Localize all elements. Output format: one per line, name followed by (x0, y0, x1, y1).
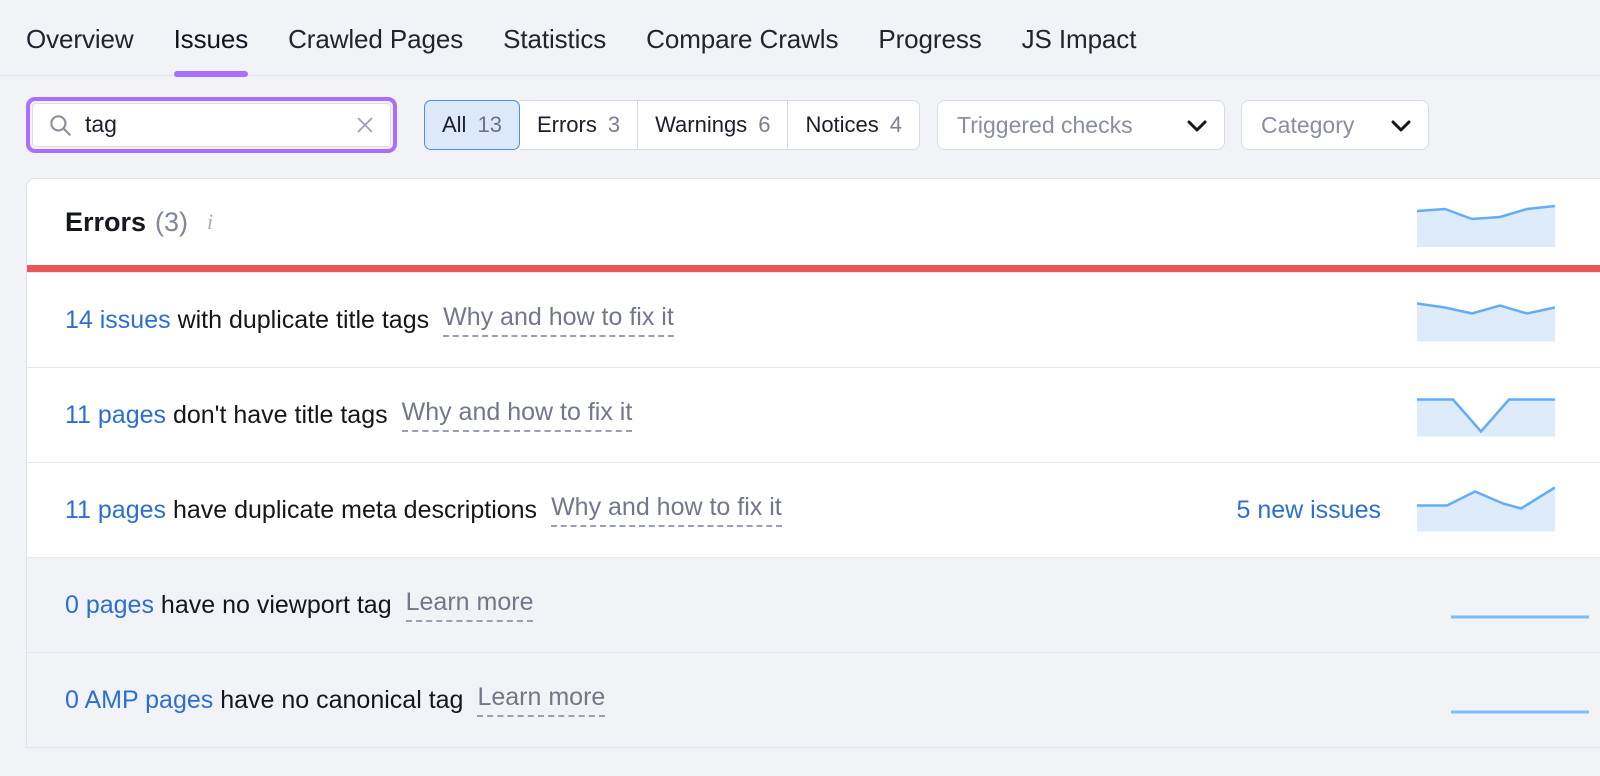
category-dropdown[interactable]: Category (1241, 100, 1429, 150)
main-tab-bar: Overview Issues Crawled Pages Statistics… (0, 0, 1600, 76)
fix-link[interactable]: Learn more (477, 683, 605, 717)
tab-progress[interactable]: Progress (858, 0, 1001, 77)
issue-count-link[interactable]: 0 pages (65, 591, 154, 619)
row-sparkline (1451, 705, 1589, 723)
triggered-checks-dropdown[interactable]: Triggered checks (937, 100, 1225, 150)
fix-link[interactable]: Why and how to fix it (402, 398, 633, 432)
errors-count: (3) (155, 207, 188, 238)
errors-card-header: Errors (3) i (27, 179, 1600, 265)
issue-description: have duplicate meta descriptions (166, 496, 537, 524)
segment-all[interactable]: All 13 (424, 100, 520, 150)
fix-link[interactable]: Why and how to fix it (551, 493, 782, 527)
tab-label: Progress (878, 24, 981, 54)
table-row[interactable]: 11 pages don't have title tags Why and h… (27, 367, 1600, 462)
dropdown-label: Category (1261, 112, 1354, 139)
row-sparkline (1417, 389, 1555, 442)
row-sparkline (1417, 484, 1555, 537)
tab-js-impact[interactable]: JS Impact (1002, 0, 1157, 77)
issue-text: 11 pages have duplicate meta description… (65, 496, 537, 525)
tab-label: Compare Crawls (646, 24, 838, 54)
tab-label: JS Impact (1022, 24, 1137, 54)
issue-description: have no viewport tag (154, 591, 392, 619)
search-field-container[interactable]: tag (32, 103, 391, 147)
errors-card: Errors (3) i 14 issues with duplicate ti… (26, 178, 1600, 748)
table-row[interactable]: 0 pages have no viewport tag Learn more (27, 557, 1600, 652)
tab-compare-crawls[interactable]: Compare Crawls (626, 0, 858, 77)
tab-label: Overview (26, 24, 134, 54)
filter-toolbar: tag All 13 Errors 3 Warnings 6 Notices 4 (0, 76, 1600, 153)
segment-count: 13 (477, 112, 501, 138)
segment-label: All (442, 112, 466, 138)
issue-description: don't have title tags (166, 401, 388, 429)
new-issues-link[interactable]: 5 new issues (1236, 496, 1381, 525)
fix-link[interactable]: Learn more (406, 588, 534, 622)
segment-count: 3 (608, 112, 620, 138)
header-sparkline (1417, 197, 1555, 252)
table-row[interactable]: 0 AMP pages have no canonical tag Learn … (27, 652, 1600, 747)
tab-label: Issues (174, 24, 249, 54)
issue-count-link[interactable]: 11 pages (65, 496, 166, 524)
segment-notices[interactable]: Notices 4 (788, 100, 920, 150)
tab-label: Crawled Pages (288, 24, 463, 54)
segment-label: Errors (537, 112, 597, 138)
search-icon (47, 112, 73, 138)
segment-count: 4 (890, 112, 902, 138)
active-tab-underline (174, 71, 249, 77)
issue-description: have no canonical tag (213, 686, 463, 714)
issue-text: 0 AMP pages have no canonical tag (65, 686, 463, 715)
row-sparkline (1451, 610, 1589, 628)
issue-text: 0 pages have no viewport tag (65, 591, 392, 620)
tab-label: Statistics (503, 24, 606, 54)
issue-count-link[interactable]: 14 issues (65, 306, 171, 334)
tab-issues[interactable]: Issues (154, 0, 269, 77)
segment-count: 6 (758, 112, 770, 138)
issue-count-link[interactable]: 11 pages (65, 401, 166, 429)
issue-text: 14 issues with duplicate title tags (65, 306, 429, 335)
fix-link[interactable]: Why and how to fix it (443, 303, 674, 337)
page-title: Errors (65, 207, 146, 238)
segment-errors[interactable]: Errors 3 (520, 100, 638, 150)
issue-text: 11 pages don't have title tags (65, 401, 388, 430)
dropdown-label: Triggered checks (957, 112, 1133, 139)
search-highlight-ring: tag (26, 97, 397, 153)
search-input[interactable]: tag (85, 113, 340, 138)
severity-filter-group: All 13 Errors 3 Warnings 6 Notices 4 (424, 100, 920, 150)
segment-label: Warnings (655, 112, 747, 138)
chevron-down-icon (1390, 112, 1412, 139)
close-icon[interactable] (352, 112, 378, 138)
segment-label: Notices (805, 112, 878, 138)
issue-description: with duplicate title tags (171, 306, 429, 334)
tab-overview[interactable]: Overview (26, 0, 154, 77)
segment-warnings[interactable]: Warnings 6 (638, 100, 788, 150)
issue-count-link[interactable]: 0 AMP pages (65, 686, 213, 714)
tab-crawled-pages[interactable]: Crawled Pages (268, 0, 483, 77)
tab-statistics[interactable]: Statistics (483, 0, 626, 77)
table-row[interactable]: 11 pages have duplicate meta description… (27, 462, 1600, 557)
chevron-down-icon (1186, 112, 1208, 139)
info-icon[interactable]: i (207, 209, 213, 235)
row-sparkline (1417, 294, 1555, 347)
table-row[interactable]: 14 issues with duplicate title tags Why … (27, 272, 1600, 367)
errors-severity-rule (27, 265, 1600, 272)
